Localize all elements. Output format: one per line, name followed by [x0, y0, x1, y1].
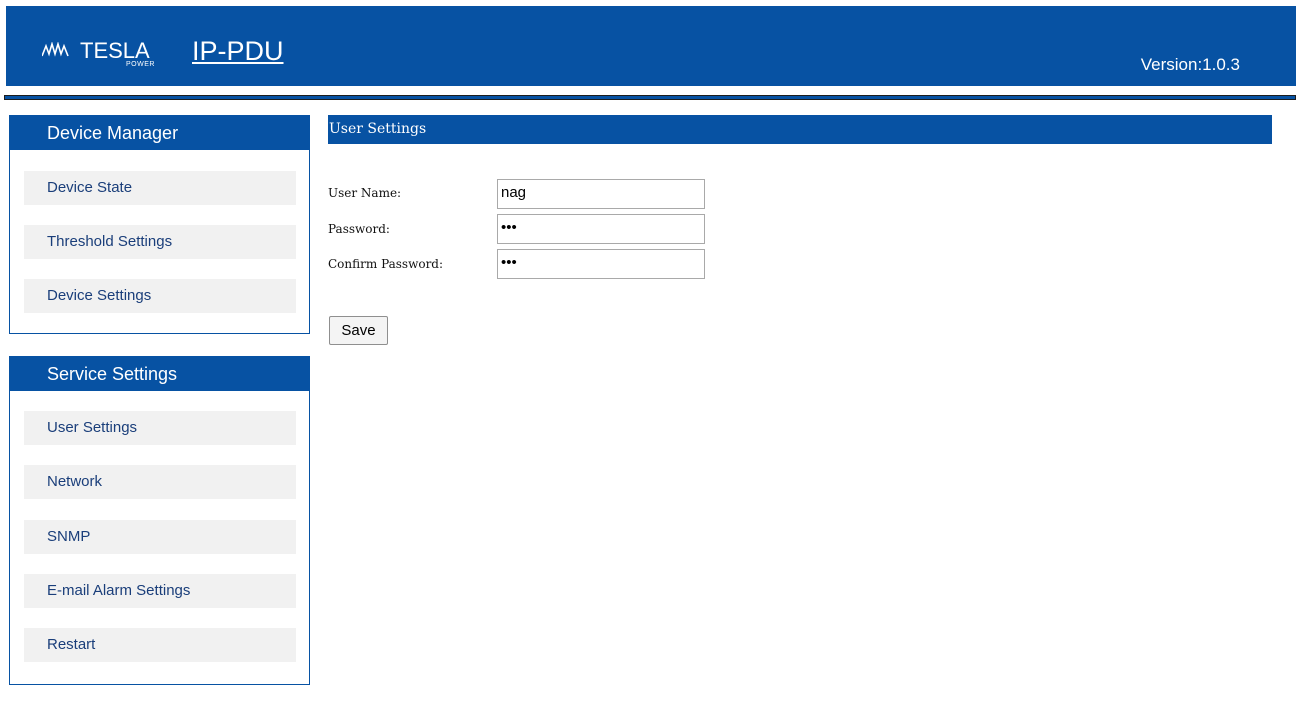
service-settings-title: Service Settings — [10, 357, 309, 391]
tesla-logo[interactable]: TESLA POWER — [42, 38, 172, 72]
sidebar-item-restart[interactable]: Restart — [24, 628, 296, 662]
service-settings-panel: Service Settings User Settings Network S… — [9, 356, 310, 685]
confirm-password-input[interactable]: ••• — [497, 249, 705, 279]
password-input[interactable]: ••• — [497, 214, 705, 244]
sidebar-item-network[interactable]: Network — [24, 465, 296, 499]
sidebar-item-email-alarm-settings[interactable]: E-mail Alarm Settings — [24, 574, 296, 608]
sidebar-item-threshold-settings[interactable]: Threshold Settings — [24, 225, 296, 259]
password-label: Password: — [328, 222, 390, 236]
sidebar-item-snmp[interactable]: SNMP — [24, 520, 296, 554]
section-title: User Settings — [328, 115, 1272, 144]
confirm-password-label: Confirm Password: — [328, 257, 444, 271]
device-manager-title: Device Manager — [10, 116, 309, 150]
header-divider — [4, 95, 1296, 100]
sidebar-item-device-settings[interactable]: Device Settings — [24, 279, 296, 313]
app-title-link[interactable]: IP-PDU — [192, 36, 284, 67]
logo-wave-icon — [42, 42, 69, 57]
device-manager-panel: Device Manager Device State Threshold Se… — [9, 115, 310, 334]
header-bar: TESLA POWER IP-PDU Version:1.0.3 — [6, 6, 1296, 86]
sidebar-item-user-settings[interactable]: User Settings — [24, 411, 296, 445]
sidebar-item-device-state[interactable]: Device State — [24, 171, 296, 205]
save-button[interactable]: Save — [329, 316, 388, 345]
version-label: Version:1.0.3 — [1140, 55, 1240, 74]
username-label: User Name: — [328, 186, 402, 200]
logo-subtext: POWER — [126, 61, 155, 68]
username-input[interactable]: nag — [497, 179, 705, 209]
